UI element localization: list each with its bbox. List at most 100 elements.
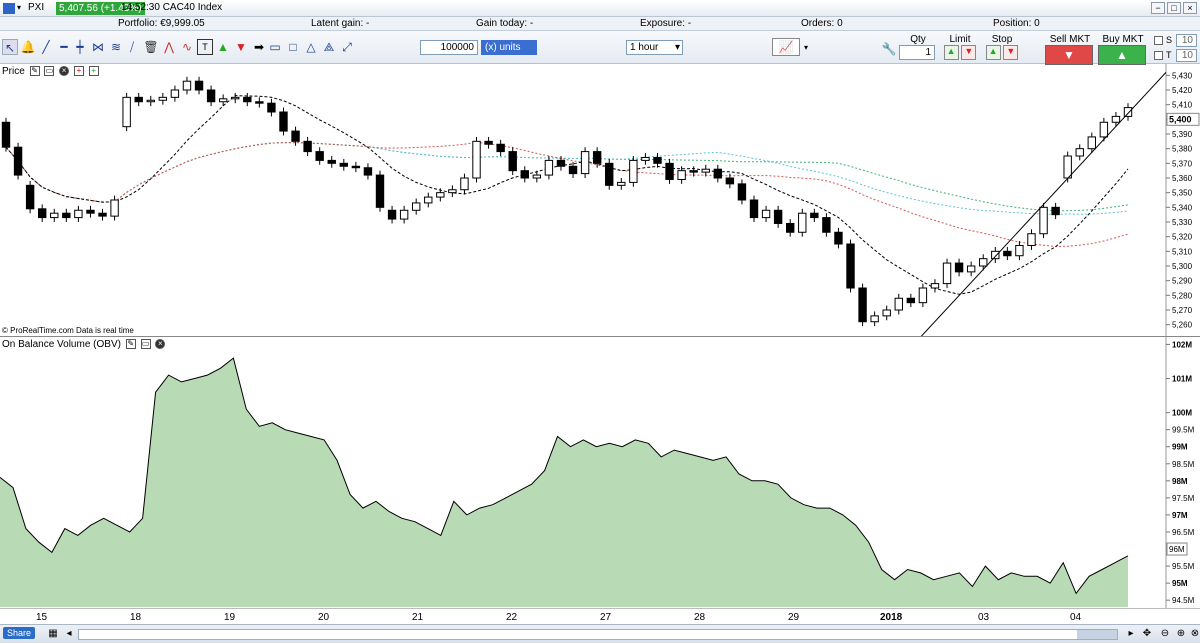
candle-body bbox=[725, 177, 735, 185]
scroll-left-icon[interactable]: ◂ bbox=[62, 627, 76, 641]
s-input[interactable]: 10 bbox=[1176, 34, 1197, 47]
price-tick-label: 5,420 bbox=[1172, 86, 1193, 95]
stop-group: Stop ▲ ▼ bbox=[982, 34, 1022, 60]
candle-body bbox=[1087, 136, 1097, 150]
rect-icon[interactable]: ▭ bbox=[267, 39, 283, 55]
channel-icon[interactable]: ⋈ bbox=[90, 39, 106, 55]
crosshair-icon[interactable]: ✥ bbox=[1140, 627, 1154, 641]
candle-body bbox=[496, 143, 505, 153]
latent-gain: Latent gain: - bbox=[311, 18, 370, 29]
chevron-down-icon[interactable]: ▾ bbox=[798, 40, 814, 56]
horizontal-scrollbar[interactable] bbox=[78, 629, 1118, 640]
sell-arrow-icon[interactable]: ▼ bbox=[233, 39, 249, 55]
fibonacci-icon[interactable]: ≋ bbox=[108, 39, 124, 55]
close-icon[interactable]: × bbox=[155, 339, 166, 350]
s-checkbox[interactable] bbox=[1154, 36, 1163, 45]
limit-buy-icon[interactable]: ▲ bbox=[943, 45, 959, 60]
wrench-icon[interactable]: ✎ bbox=[125, 339, 136, 350]
close-button[interactable]: × bbox=[1183, 2, 1197, 14]
zoom-icon[interactable]: ⤢ bbox=[339, 39, 355, 55]
fan-icon[interactable]: ⟁ bbox=[321, 39, 337, 55]
obv-tick-label: 94.5M bbox=[1172, 596, 1195, 605]
obv-tick-label: 95M bbox=[1172, 579, 1188, 588]
triangle-icon[interactable]: △ bbox=[303, 39, 319, 55]
candle-body bbox=[122, 96, 131, 128]
price-chart[interactable]: 5,430 5,420 5,410 5,400 5,390 5,380 5,370 5,360… bbox=[0, 64, 1200, 336]
bell-icon[interactable]: 🔔 bbox=[20, 39, 36, 55]
chart-type-icon[interactable]: 📈 bbox=[772, 38, 800, 56]
price-pane[interactable]: 5,430 5,420 5,410 5,400 5,390 5,380 5,370 5,360… bbox=[0, 64, 1200, 336]
candle-body bbox=[351, 165, 361, 169]
zigzag-icon[interactable]: ⋀ bbox=[161, 39, 177, 55]
obv-pane[interactable]: 102M 101M 100M 99.5M 99M 98.5M 98M 97.5M 97M 96.5… bbox=[0, 336, 1200, 609]
share-button[interactable]: Share bbox=[3, 627, 36, 639]
timeframe-select[interactable]: 1 hour ▾ bbox=[626, 40, 683, 55]
zoom-out-icon[interactable]: ⊖ bbox=[1158, 627, 1172, 641]
trash-icon[interactable]: 🗑 bbox=[143, 39, 159, 55]
time-axis-label: 03 bbox=[978, 612, 990, 623]
box-icon[interactable]: □ bbox=[285, 39, 301, 55]
candle-body bbox=[605, 162, 614, 186]
price-tick-label: 5,430 bbox=[1172, 71, 1193, 80]
limit-label: Limit bbox=[949, 34, 971, 45]
candle-body bbox=[665, 162, 674, 180]
candle-body bbox=[387, 209, 397, 220]
price-tick-label: 5,320 bbox=[1172, 233, 1193, 242]
price-tick-label: 5,370 bbox=[1172, 159, 1193, 168]
price-pane-title: Price bbox=[2, 66, 25, 77]
limit-sell-icon[interactable]: ▼ bbox=[961, 45, 977, 60]
buy-arrow-icon[interactable]: ▲ bbox=[215, 39, 231, 55]
candle-body bbox=[1015, 244, 1024, 257]
trendline-icon[interactable]: ⧸ bbox=[124, 39, 140, 55]
vline-icon[interactable]: ┿ bbox=[72, 39, 88, 55]
wave-icon[interactable]: ∿ bbox=[179, 39, 195, 55]
t-input[interactable]: 10 bbox=[1176, 49, 1197, 62]
sell-market-button[interactable]: ▼ bbox=[1045, 45, 1093, 65]
candle-body bbox=[1123, 107, 1133, 117]
hline-icon[interactable]: ━ bbox=[56, 39, 72, 55]
candle-body bbox=[822, 217, 831, 233]
candle-body bbox=[773, 209, 783, 224]
arrow-right-icon[interactable]: ➡ bbox=[251, 39, 267, 55]
obv-chart[interactable]: 102M 101M 100M 99.5M 99M 98.5M 98M 97.5M 97M 96.5… bbox=[0, 337, 1200, 609]
candle-body bbox=[906, 297, 916, 304]
units-select[interactable]: (x) units bbox=[481, 40, 537, 55]
st-panel: S 10 T 10 bbox=[1152, 33, 1198, 63]
line-icon[interactable]: ╱ bbox=[38, 39, 54, 55]
candle-body bbox=[520, 170, 529, 179]
price-tick-label: 5,380 bbox=[1172, 145, 1193, 154]
candle-body bbox=[363, 167, 373, 176]
candle-body bbox=[556, 159, 566, 167]
zoom-in-icon[interactable]: ⊕ bbox=[1174, 627, 1188, 641]
grid-icon[interactable]: ▦ bbox=[46, 627, 60, 641]
candle-body bbox=[629, 159, 638, 183]
scroll-right-icon[interactable]: ▸ bbox=[1124, 627, 1138, 641]
minimize-button[interactable]: − bbox=[1151, 2, 1165, 14]
obv-tick-label: 95.5M bbox=[1172, 562, 1195, 571]
buy-market-button[interactable]: ▲ bbox=[1098, 45, 1146, 65]
stop-sell-icon[interactable]: ▼ bbox=[1003, 45, 1019, 60]
candle-body bbox=[930, 283, 940, 289]
qty-input[interactable]: 1 bbox=[899, 45, 935, 60]
cursor-icon[interactable]: ↖ bbox=[2, 39, 18, 55]
obv-tick-label: 99.5M bbox=[1172, 426, 1195, 435]
stop-buy-icon[interactable]: ▲ bbox=[985, 45, 1001, 60]
zoom-reset-icon[interactable]: ⊗ bbox=[1188, 627, 1200, 641]
candle-body bbox=[1, 121, 11, 148]
quantity-input[interactable]: 100000 bbox=[420, 40, 478, 55]
maximize-icon[interactable]: ▭ bbox=[44, 66, 55, 77]
wrench-icon[interactable]: 🔧 bbox=[881, 41, 897, 57]
candle-body bbox=[918, 287, 928, 304]
window-icon bbox=[3, 3, 15, 14]
account-info-bar: Portfolio: €9,999.05 Latent gain: - Gain… bbox=[0, 17, 1200, 31]
restore-button[interactable]: □ bbox=[1167, 2, 1181, 14]
t-checkbox[interactable] bbox=[1154, 51, 1163, 60]
wrench-icon[interactable]: ✎ bbox=[29, 66, 40, 77]
close-icon[interactable]: × bbox=[59, 66, 70, 77]
text-icon[interactable]: T bbox=[197, 39, 213, 55]
add-indicator-icon[interactable]: + bbox=[73, 66, 84, 77]
candle-body bbox=[98, 212, 107, 217]
maximize-icon[interactable]: ▭ bbox=[140, 339, 151, 350]
scrollbar-thumb[interactable] bbox=[1077, 630, 1117, 639]
add-overlay-icon[interactable]: + bbox=[88, 66, 99, 77]
